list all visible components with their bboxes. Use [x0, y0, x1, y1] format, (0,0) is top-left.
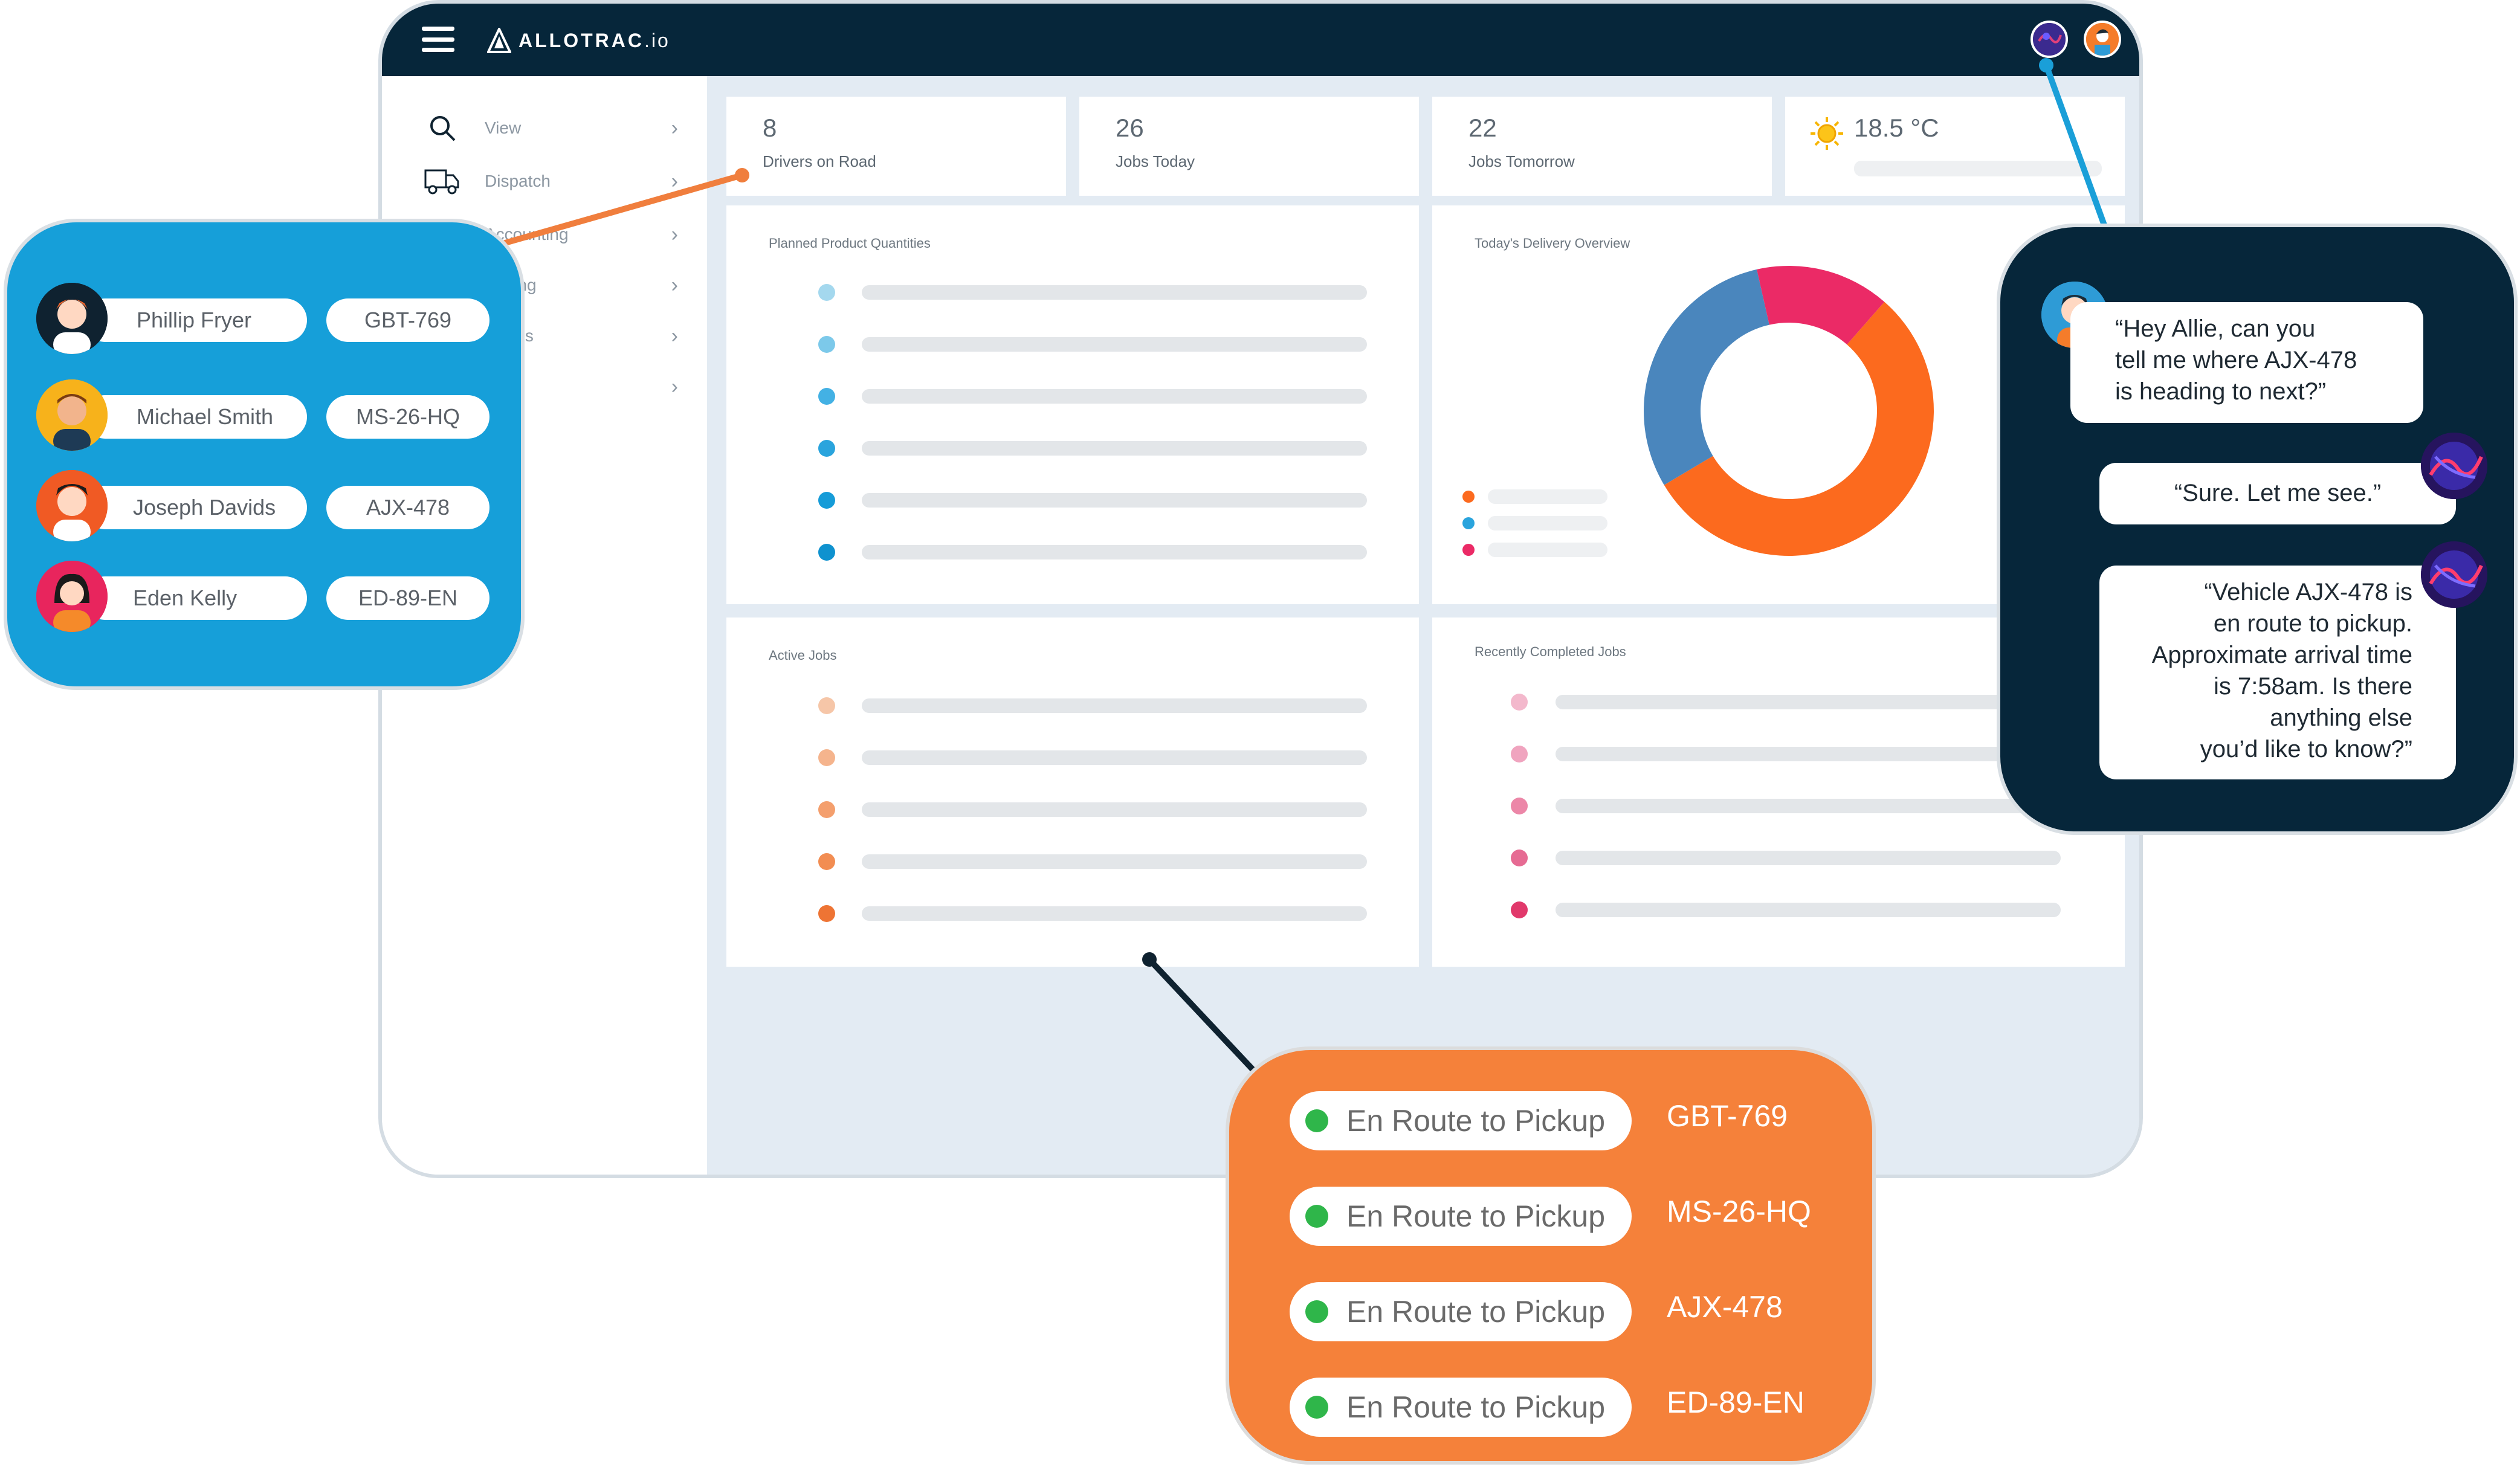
- message-line: is heading to next?”: [2115, 378, 2327, 405]
- status-label: En Route to Pickup: [1346, 1390, 1606, 1424]
- driver-name-pill[interactable]: Joseph Davids: [83, 486, 307, 529]
- status-label: En Route to Pickup: [1346, 1104, 1606, 1138]
- assistant-chat-avatar: [2421, 541, 2487, 608]
- status-pill[interactable]: En Route to Pickup: [1290, 1091, 1632, 1150]
- driver-code-pill[interactable]: GBT-769: [326, 298, 489, 342]
- assistant-chat-callout: “Hey Allie, can you tell me where AJX-47…: [1997, 224, 2518, 835]
- message-line: anything else: [2270, 704, 2412, 731]
- status-dot: [1305, 1396, 1328, 1419]
- message-line: “Sure. Let me see.”: [2174, 480, 2382, 506]
- driver-name-pill[interactable]: Michael Smith: [83, 395, 307, 439]
- message-line: tell me where AJX-478: [2115, 347, 2357, 373]
- vehicle-code: AJX-478: [1667, 1290, 1783, 1324]
- driver-avatar: [36, 470, 108, 541]
- driver-code-pill[interactable]: MS-26-HQ: [326, 395, 489, 439]
- message-line: en route to pickup.: [2213, 610, 2412, 637]
- status-dot: [1305, 1205, 1328, 1228]
- driver-code: GBT-769: [364, 308, 452, 332]
- driver-name-pill[interactable]: Eden Kelly: [83, 576, 307, 620]
- vehicle-code: MS-26-HQ: [1667, 1195, 1811, 1228]
- assistant-message-bubble: “Vehicle AJX-478 is en route to pickup. …: [2099, 566, 2456, 779]
- message-line: “Hey Allie, can you: [2115, 315, 2316, 342]
- message-line: you’d like to know?”: [2200, 736, 2412, 763]
- message-line: “Vehicle AJX-478 is: [2204, 579, 2412, 605]
- vehicle-code: GBT-769: [1667, 1099, 1788, 1133]
- drivers-callout: Phillip Fryer GBT-769 Michael Smith MS-2…: [4, 219, 525, 690]
- status-pill[interactable]: En Route to Pickup: [1290, 1282, 1632, 1341]
- status-dot: [1305, 1300, 1328, 1323]
- driver-code: MS-26-HQ: [355, 404, 460, 429]
- status-dot: [1305, 1109, 1328, 1132]
- message-line: is 7:58am. Is there: [2213, 673, 2412, 700]
- driver-avatar: [36, 283, 108, 354]
- driver-name: Joseph Davids: [133, 495, 276, 520]
- user-message-bubble: “Hey Allie, can you tell me where AJX-47…: [2070, 302, 2423, 423]
- vehicle-code: ED-89-EN: [1667, 1385, 1804, 1419]
- driver-code: ED-89-EN: [358, 585, 458, 610]
- driver-code-pill[interactable]: AJX-478: [326, 486, 489, 529]
- driver-code-pill[interactable]: ED-89-EN: [326, 576, 489, 620]
- status-pill[interactable]: En Route to Pickup: [1290, 1187, 1632, 1246]
- assistant-chat-avatar: [2421, 433, 2487, 499]
- driver-name: Eden Kelly: [133, 585, 237, 610]
- message-line: Approximate arrival time: [2151, 642, 2412, 668]
- job-status-callout: En Route to Pickup GBT-769 En Route to P…: [1226, 1046, 1876, 1465]
- driver-avatar: [36, 379, 108, 451]
- status-pill[interactable]: En Route to Pickup: [1290, 1378, 1632, 1437]
- status-label: En Route to Pickup: [1346, 1295, 1606, 1329]
- driver-name: Michael Smith: [137, 404, 274, 429]
- driver-name: Phillip Fryer: [137, 308, 252, 332]
- driver-avatar: [36, 561, 108, 632]
- driver-name-pill[interactable]: Phillip Fryer: [83, 298, 307, 342]
- status-label: En Route to Pickup: [1346, 1199, 1606, 1233]
- assistant-message-bubble: “Sure. Let me see.”: [2099, 463, 2456, 524]
- driver-code: AJX-478: [366, 495, 450, 520]
